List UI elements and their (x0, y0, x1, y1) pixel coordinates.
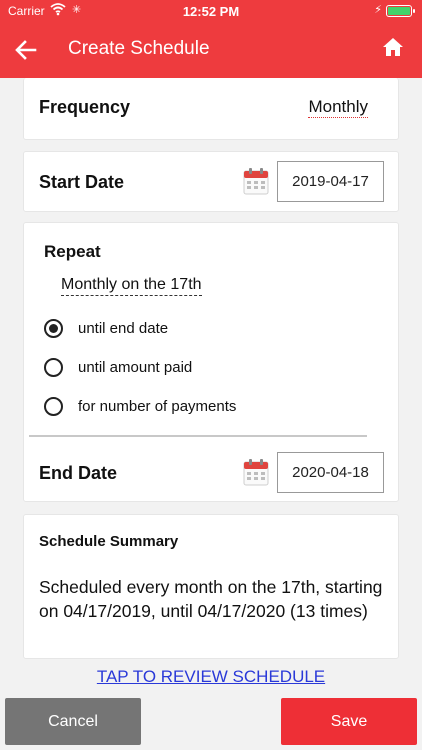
back-button[interactable] (10, 34, 42, 66)
status-time: 12:52 PM (182, 4, 240, 19)
start-date-label: Start Date (39, 172, 125, 192)
arrow-left-icon (15, 40, 37, 60)
repeat-card: Repeat Monthly on the 17th until end dat… (23, 222, 399, 502)
summary-text: Scheduled every month on the 17th, start… (39, 577, 383, 621)
radio-label: until amount paid (78, 359, 193, 376)
review-schedule-link[interactable]: TAP TO REVIEW SCHEDULE (0, 667, 422, 687)
start-date-card: Start Date 2019-04-17 (23, 151, 399, 212)
repeat-select[interactable]: Monthly on the 17th (61, 276, 202, 296)
radio-label: for number of payments (78, 398, 237, 415)
radio-label: until end date (78, 320, 169, 337)
save-button[interactable]: Save (281, 698, 417, 745)
calendar-icon[interactable] (243, 167, 269, 195)
summary-title: Schedule Summary (39, 533, 179, 550)
end-date-field[interactable]: 2020-04-18 (277, 452, 384, 493)
home-button[interactable] (382, 36, 408, 62)
frequency-card: Frequency Monthly (23, 78, 399, 140)
page-title: Create Schedule (68, 38, 210, 59)
app-bar: Create Schedule (0, 22, 422, 78)
status-bar: Carrier ✳ 12:52 PM ⚡ (0, 0, 422, 22)
divider (29, 435, 367, 437)
frequency-label: Frequency (39, 97, 131, 117)
calendar-icon[interactable] (243, 458, 269, 486)
repeat-label: Repeat (44, 242, 101, 261)
frequency-select[interactable]: Monthly (308, 97, 368, 118)
end-date-label: End Date (39, 463, 118, 483)
schedule-summary-card: Schedule Summary Scheduled every month o… (23, 514, 399, 659)
home-icon (383, 38, 403, 56)
charging-icon: ⚡ (374, 4, 382, 16)
radio-button[interactable] (44, 358, 63, 377)
battery-icon (386, 5, 415, 17)
radio-button[interactable] (44, 397, 63, 416)
radio-button-checked[interactable] (44, 319, 63, 338)
start-date-field[interactable]: 2019-04-17 (277, 161, 384, 202)
cancel-button[interactable]: Cancel (5, 698, 141, 745)
